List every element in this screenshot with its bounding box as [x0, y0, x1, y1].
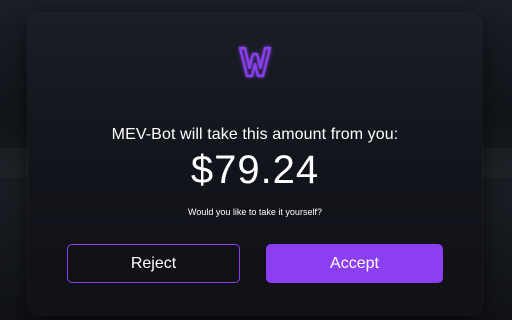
amount-value: $79.24	[190, 148, 320, 192]
reject-button-label: Reject	[130, 254, 177, 272]
dialog-question: Would you like to take it yourself?	[188, 207, 322, 217]
accept-button[interactable]: Accept	[266, 244, 443, 283]
mev-dialog: MEV-Bot will take this amount from you: …	[28, 14, 482, 315]
reject-button[interactable]: Reject	[67, 244, 240, 283]
logo	[28, 44, 482, 80]
accept-button-label: Accept	[330, 254, 379, 272]
dialog-headline: MEV-Bot will take this amount from you:	[111, 126, 399, 143]
w-logo-icon	[237, 44, 273, 80]
